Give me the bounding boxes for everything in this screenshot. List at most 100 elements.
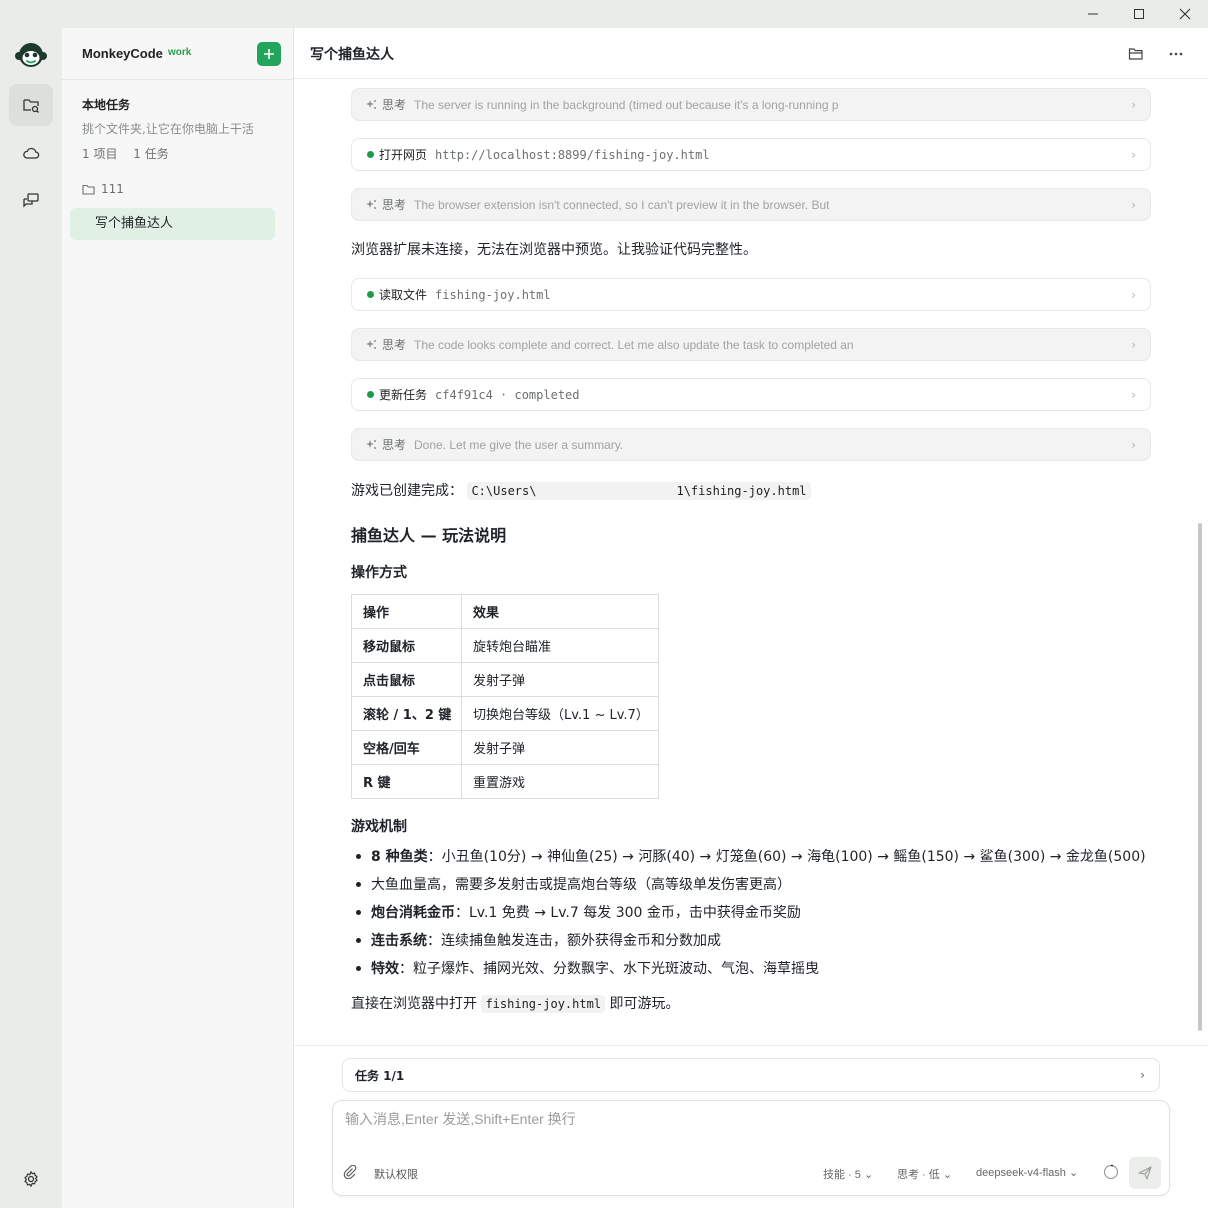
open-folder-button[interactable] xyxy=(1125,43,1147,65)
section-title: 本地任务 xyxy=(82,98,131,112)
send-icon xyxy=(1138,1166,1152,1180)
cloud-icon xyxy=(23,147,40,159)
created-path-line: 游戏已创建完成： C:\Users\ 1\fishing-joy.html xyxy=(351,480,811,500)
table-cell: 切换炮台等级（Lv.1 ~ Lv.7） xyxy=(461,696,659,731)
task-progress-label: 任务 1/1 xyxy=(355,1068,405,1083)
table-cell: 点击鼠标 xyxy=(351,662,462,697)
thinking-step[interactable]: 思考 The server is running in the backgrou… xyxy=(351,88,1151,121)
sparkle-icon xyxy=(364,199,378,210)
message-input[interactable] xyxy=(345,1111,1145,1127)
thinking-step[interactable]: 思考 Done. Let me give the user a summary.… xyxy=(351,428,1151,461)
sidebar-divider xyxy=(62,79,294,80)
folder-item[interactable]: 111 xyxy=(82,182,124,196)
table-cell: 空格/回车 xyxy=(351,730,462,765)
status-dot xyxy=(367,391,374,398)
maximize-icon xyxy=(1134,9,1144,19)
mechanics-list: 8 种鱼类：小丑鱼(10分) → 神仙鱼(25) → 河豚(40) → 灯笼鱼(… xyxy=(351,846,1146,986)
list-item: 大鱼血量高，需要多发射击或提高炮台等级（高等级单发伤害更高） xyxy=(351,874,1146,902)
send-button[interactable] xyxy=(1129,1157,1161,1189)
footer-divider xyxy=(294,1045,1208,1046)
context-usage-icon xyxy=(1103,1164,1119,1180)
chevron-right-icon: › xyxy=(1131,148,1136,162)
status-dot xyxy=(367,151,374,158)
list-item-term: 8 种鱼类 xyxy=(371,849,428,865)
settings-button[interactable] xyxy=(22,1170,40,1192)
thinking-step[interactable]: 思考 The code looks complete and correct. … xyxy=(351,328,1151,361)
list-item: 炮台消耗金币：Lv.1 免费 → Lv.7 每发 300 金币，击中获得金币奖励 xyxy=(351,902,1146,930)
step-label: 思考 xyxy=(382,338,407,352)
close-window-button[interactable] xyxy=(1162,0,1208,28)
more-options-button[interactable] xyxy=(1165,43,1187,65)
chat-bubbles-icon xyxy=(23,193,39,208)
step-label: 打开网页 xyxy=(379,148,428,162)
list-item-term: 特效 xyxy=(371,961,399,977)
gear-icon xyxy=(24,1171,38,1187)
list-item: 连击系统：连续捕鱼触发连击，额外获得金币和分数加成 xyxy=(351,930,1146,958)
controls-table: 操作 效果 移动鼠标 旋转炮台瞄准 点击鼠标 发射子弹 滚轮 / 1、2 键 切… xyxy=(351,594,659,799)
chevron-right-icon: › xyxy=(1140,1068,1145,1082)
plus-icon xyxy=(264,49,274,59)
chevron-right-icon: › xyxy=(1131,98,1136,112)
sidebar-item-active-task[interactable]: 写个捕鱼达人 xyxy=(70,208,275,240)
section-subtitle: 挑个文件夹,让它在你电脑上干活 xyxy=(82,122,254,136)
tool-step[interactable]: 读取文件 fishing-joy.html › xyxy=(351,278,1151,311)
new-task-button[interactable] xyxy=(257,42,281,66)
cloud-nav-button[interactable] xyxy=(9,132,53,174)
file-path-code: C:\Users\ 1\fishing-joy.html xyxy=(467,482,811,500)
attach-button[interactable] xyxy=(343,1164,357,1183)
list-item-text: ：Lv.1 免费 → Lv.7 每发 300 金币，击中获得金币奖励 xyxy=(455,905,801,921)
task-sidebar: MonkeyCode work 本地任务 挑个文件夹,让它在你电脑上干活 1 项… xyxy=(62,28,294,1208)
task-count: 1 任务 xyxy=(133,147,169,161)
folder-open-icon xyxy=(1128,48,1143,60)
chevron-down-icon: ⌄ xyxy=(942,1169,953,1181)
thinking-selector[interactable]: 思考 · 低 ⌄ xyxy=(897,1166,952,1182)
minimize-button[interactable] xyxy=(1070,0,1116,28)
step-text: cf4f91c4 · completed xyxy=(435,387,580,402)
skills-selector[interactable]: 技能 · 5 ⌄ xyxy=(823,1166,873,1182)
permission-selector[interactable]: 默认权限 xyxy=(374,1166,418,1182)
file-name-code: fishing-joy.html xyxy=(481,995,606,1013)
brand-name: MonkeyCode xyxy=(82,46,163,61)
table-header-row: 操作 效果 xyxy=(351,594,659,629)
table-cell: 重置游戏 xyxy=(461,764,659,799)
chat-nav-button[interactable] xyxy=(9,180,53,222)
subsection-heading-controls: 操作方式 xyxy=(351,565,407,581)
step-text: fishing-joy.html xyxy=(435,287,551,302)
table-cell: R 键 xyxy=(351,764,462,799)
task-progress-bar[interactable]: 任务 1/1 › xyxy=(342,1058,1160,1092)
tool-step[interactable]: 更新任务 cf4f91c4 · completed › xyxy=(351,378,1151,411)
list-item-text: 大鱼血量高，需要多发射击或提高炮台等级（高等级单发伤害更高） xyxy=(371,877,791,893)
maximize-button[interactable] xyxy=(1116,0,1162,28)
folder-search-icon xyxy=(23,99,39,113)
table-header-cell: 操作 xyxy=(351,594,462,629)
thinking-label: 思考 · 低 xyxy=(897,1169,940,1181)
chevron-down-icon: ⌄ xyxy=(863,1169,874,1181)
folder-icon xyxy=(82,184,95,195)
nav-rail xyxy=(0,28,62,1208)
table-cell: 发射子弹 xyxy=(461,730,659,765)
sparkle-icon xyxy=(364,439,378,450)
scrollbar-thumb[interactable] xyxy=(1198,523,1202,1031)
table-cell: 发射子弹 xyxy=(461,662,659,697)
project-count: 1 项目 xyxy=(82,147,118,161)
table-row: 空格/回车 发射子弹 xyxy=(351,730,659,765)
ellipsis-icon xyxy=(1169,52,1183,56)
chevron-right-icon: › xyxy=(1131,338,1136,352)
model-selector[interactable]: deepseek-v4-flash ⌄ xyxy=(976,1166,1078,1179)
step-label: 思考 xyxy=(382,198,407,212)
table-cell: 移动鼠标 xyxy=(351,628,462,663)
minimize-icon xyxy=(1088,13,1098,15)
conversation-panel: 写个捕鱼达人 思考 The server is running in the b… xyxy=(294,28,1208,1208)
closing-post: 即可游玩。 xyxy=(605,996,680,1012)
step-text: http://localhost:8899/fishing-joy.html xyxy=(435,147,710,162)
subsection-heading-mechanics: 游戏机制 xyxy=(351,819,407,835)
table-row: 点击鼠标 发射子弹 xyxy=(351,662,659,697)
tool-step[interactable]: 打开网页 http://localhost:8899/fishing-joy.h… xyxy=(351,138,1151,171)
monkey-logo-icon xyxy=(14,40,48,70)
close-icon xyxy=(1179,8,1191,20)
table-row: 滚轮 / 1、2 键 切换炮台等级（Lv.1 ~ Lv.7） xyxy=(351,696,659,731)
local-tasks-nav-button[interactable] xyxy=(9,84,53,126)
thinking-step[interactable]: 思考 The browser extension isn't connected… xyxy=(351,188,1151,221)
title-bar xyxy=(0,0,1208,28)
closing-pre: 直接在浏览器中打开 xyxy=(351,996,482,1012)
